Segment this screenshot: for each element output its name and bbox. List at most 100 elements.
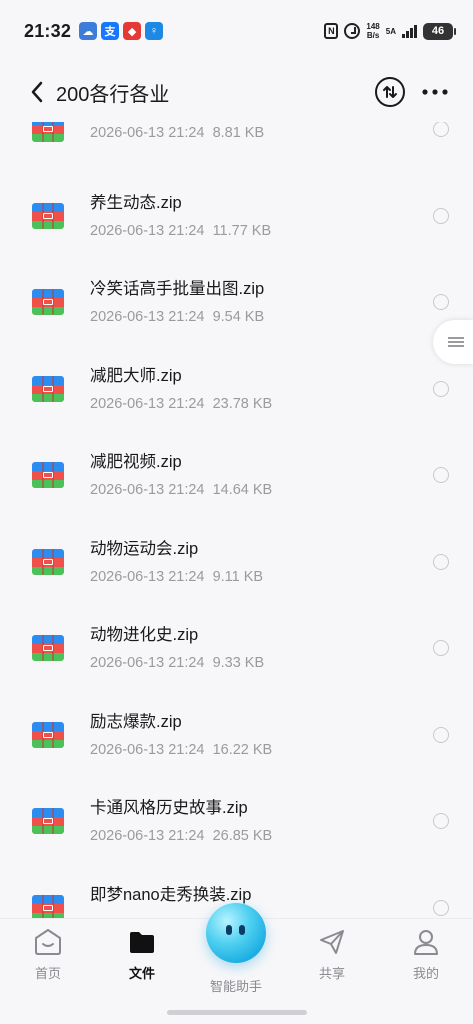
file-row[interactable]: 励志爆款.zip 2026-06-13 21:24 16.22 KB [0, 692, 473, 779]
status-indicators: N 148 B/s 5A 46 [324, 22, 456, 40]
select-checkbox[interactable] [433, 122, 449, 138]
file-row[interactable]: 2026-06-13 21:24 8.81 KB [0, 122, 473, 173]
zip-archive-icon [32, 894, 64, 920]
file-meta: 2026-06-13 21:24 9.11 KB [90, 568, 263, 586]
select-checkbox[interactable] [433, 467, 449, 484]
file-name: 养生动态.zip [90, 193, 182, 212]
zip-archive-icon [32, 635, 64, 662]
nav-files[interactable]: 文件 [102, 927, 182, 997]
select-checkbox[interactable] [433, 553, 449, 570]
nav-share-label: 共享 [318, 966, 345, 981]
file-date: 2026-06-13 21:24 [90, 309, 205, 326]
send-icon [317, 927, 347, 957]
nav-files-label: 文件 [128, 966, 155, 981]
file-row[interactable]: 减肥大师.zip 2026-06-13 21:24 23.78 KB [0, 346, 473, 433]
file-size: 11.77 KB [212, 222, 272, 239]
file-row[interactable]: 养生动态.zip 2026-06-13 21:24 11.77 KB [0, 173, 473, 260]
file-date: 2026-06-13 21:24 [90, 568, 205, 585]
file-size: 8.81 KB [212, 125, 265, 142]
nav-home[interactable]: 首页 [8, 927, 88, 997]
file-name: 动物运动会.zip [90, 539, 199, 558]
file-size: 26.85 KB [212, 828, 273, 845]
status-bar: 21:32 ☁ 支 ◆ ♀ N 148 B/s 5A 46 [0, 0, 473, 62]
nav-mine-label: 我的 [412, 966, 439, 981]
signal-bars-icon [402, 24, 417, 38]
file-date: 2026-06-13 21:24 [90, 741, 205, 758]
file-meta: 2026-06-13 21:24 8.81 KB [90, 124, 264, 142]
signal-type-label: 5A [385, 26, 396, 36]
file-row[interactable]: 冷笑话高手批量出图.zip 2026-06-13 21:24 9.54 KB [0, 259, 473, 346]
file-name: 减肥视频.zip [90, 453, 182, 472]
file-name: 卡通风格历史故事.zip [90, 799, 248, 818]
file-meta: 2026-06-13 21:24 9.54 KB [90, 308, 264, 326]
red-app-icon: ◆ [123, 22, 142, 40]
zip-archive-icon [32, 375, 64, 402]
file-date: 2026-06-13 21:24 [90, 655, 205, 672]
file-name: 冷笑话高手批量出图.zip [90, 280, 265, 299]
nav-share[interactable]: 共享 [292, 927, 372, 997]
nav-assistant-label: 智能助手 [209, 979, 262, 994]
file-list: 2026-06-13 21:24 8.81 KB 养生动态.zip 2026-06-… [0, 122, 473, 920]
alipay-app-icon: 支 [101, 22, 120, 40]
nav-assistant[interactable]: 智能助手 [196, 903, 276, 997]
file-date: 2026-06-13 21:24 [90, 828, 205, 845]
alarm-icon [344, 23, 361, 39]
page-title: 200各行各业 [56, 83, 170, 106]
file-size: 23.78 KB [212, 395, 273, 412]
zip-archive-icon [32, 122, 64, 143]
select-checkbox[interactable] [433, 294, 449, 311]
network-speed-unit: B/s [366, 31, 380, 40]
back-arrow-icon[interactable] [26, 81, 48, 103]
file-meta: 2026-06-13 21:24 16.22 KB [90, 741, 272, 759]
file-size: 16.22 KB [212, 741, 273, 758]
file-size: 9.33 KB [212, 655, 265, 672]
file-row[interactable]: 动物进化史.zip 2026-06-13 21:24 9.33 KB [0, 605, 473, 692]
file-meta: 2026-06-13 21:24 26.85 KB [90, 827, 272, 845]
zip-archive-icon [32, 808, 64, 835]
select-checkbox[interactable] [433, 813, 449, 830]
side-panel-handle[interactable] [433, 320, 473, 364]
assistant-orb-icon [206, 903, 266, 963]
file-name: 动物进化史.zip [90, 626, 199, 645]
select-checkbox[interactable] [433, 207, 449, 224]
file-size: 9.54 KB [212, 309, 265, 326]
menu-lines-icon [448, 335, 464, 349]
file-name: 即梦nano走秀换装.zip [90, 885, 252, 904]
file-date: 2026-06-13 21:24 [90, 125, 205, 142]
folder-icon [127, 927, 157, 957]
nav-home-label: 首页 [34, 966, 61, 981]
file-meta: 2026-06-13 21:24 11.77 KB [90, 222, 271, 240]
status-app-icons: ☁ 支 ◆ ♀ [79, 22, 164, 40]
status-time: 21:32 [24, 20, 72, 41]
battery-icon: 46 [423, 22, 456, 40]
select-checkbox[interactable] [433, 640, 449, 657]
network-speed: 148 B/s [366, 22, 379, 40]
nav-mine[interactable]: 我的 [386, 927, 466, 997]
nfc-icon: N [324, 23, 339, 39]
weather-app-icon: ☁ [79, 22, 98, 40]
file-row[interactable]: 卡通风格历史故事.zip 2026-06-13 21:24 26.85 KB [0, 778, 473, 865]
zip-archive-icon [32, 548, 64, 575]
network-speed-value: 148 [366, 22, 380, 31]
more-options-icon[interactable] [421, 82, 449, 102]
file-size: 9.11 KB [212, 568, 264, 585]
zip-archive-icon [32, 721, 64, 748]
sort-icon[interactable] [375, 77, 405, 107]
file-row[interactable]: 减肥视频.zip 2026-06-13 21:24 14.64 KB [0, 432, 473, 519]
blue-app-icon: ♀ [145, 22, 164, 40]
file-meta: 2026-06-13 21:24 23.78 KB [90, 395, 272, 413]
file-name: 励志爆款.zip [90, 712, 182, 731]
home-indicator[interactable] [167, 1010, 307, 1015]
select-checkbox[interactable] [433, 899, 449, 916]
select-checkbox[interactable] [433, 726, 449, 743]
file-date: 2026-06-13 21:24 [90, 395, 205, 412]
file-meta: 2026-06-13 21:24 14.64 KB [90, 481, 272, 499]
file-date: 2026-06-13 21:24 [90, 222, 205, 239]
zip-archive-icon [32, 462, 64, 489]
select-checkbox[interactable] [433, 380, 449, 397]
file-size: 14.64 KB [212, 482, 273, 499]
app-header: 200各行各业 [0, 62, 473, 122]
zip-archive-icon [32, 202, 64, 229]
bottom-navigation: 首页 文件 智能助手 共享 我的 [0, 903, 473, 1024]
file-row[interactable]: 动物运动会.zip 2026-06-13 21:24 9.11 KB [0, 519, 473, 606]
